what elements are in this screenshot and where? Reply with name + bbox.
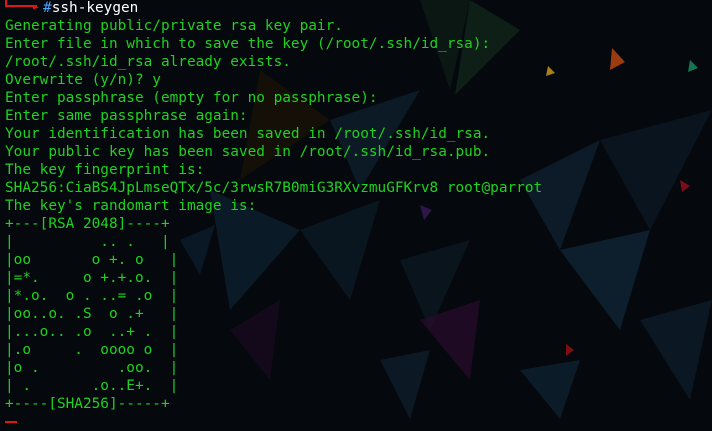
output-line-exists: /root/.ssh/id_rsa already exists. xyxy=(5,54,291,70)
terminal-output: ► #ssh-keygen Generating public/private r… xyxy=(5,0,712,423)
output-line-randomart-label: The key's randomart image is: xyxy=(5,198,257,214)
randomart-line: +----[SHA256]-----+ xyxy=(5,396,170,412)
output-line-overwrite: Overwrite (y/n)? y xyxy=(5,72,161,88)
prompt-arrow-icon: ► xyxy=(33,2,40,13)
prompt-line: ► #ssh-keygen xyxy=(5,0,712,17)
randomart-line: |...o.. .o ..+ . | xyxy=(5,324,179,340)
output-line-enter-file: Enter file in which to save the key (/ro… xyxy=(5,36,491,52)
output-line-passphrase: Enter passphrase (empty for no passphras… xyxy=(5,90,378,106)
randomart-line: | .. . | xyxy=(5,234,170,250)
output-line-public-key-saved: Your public key has been saved in /root/… xyxy=(5,144,491,160)
command-text: ssh-keygen xyxy=(51,0,139,16)
prompt-symbol: # xyxy=(43,0,52,16)
output-line-generating: Generating public/private rsa key pair. xyxy=(5,18,343,34)
output-line-identification-saved: Your identification has been saved in /r… xyxy=(5,126,491,142)
randomart-line: +---[RSA 2048]----+ xyxy=(5,216,170,232)
output-line-fingerprint: SHA256:CiaBS4JpLmseQTx/5c/3rwsR7B0miG3RX… xyxy=(5,180,543,196)
randomart-line: |oo o +. o | xyxy=(5,252,179,268)
randomart-line: |oo..o. .S o .+ | xyxy=(5,306,179,322)
output-line-passphrase-again: Enter same passphrase again: xyxy=(5,108,248,124)
output-line-fingerprint-label: The key fingerprint is: xyxy=(5,162,205,178)
randomart-line: |*.o. o . ..= .o | xyxy=(5,288,179,304)
randomart-line: | . .o..E+. | xyxy=(5,378,179,394)
next-prompt-partial xyxy=(5,413,712,431)
randomart-line: |o . .oo. | xyxy=(5,360,179,376)
randomart-line: |=*. o +.+.o. | xyxy=(5,270,179,286)
randomart-line: |.o . oooo o | xyxy=(5,342,179,358)
